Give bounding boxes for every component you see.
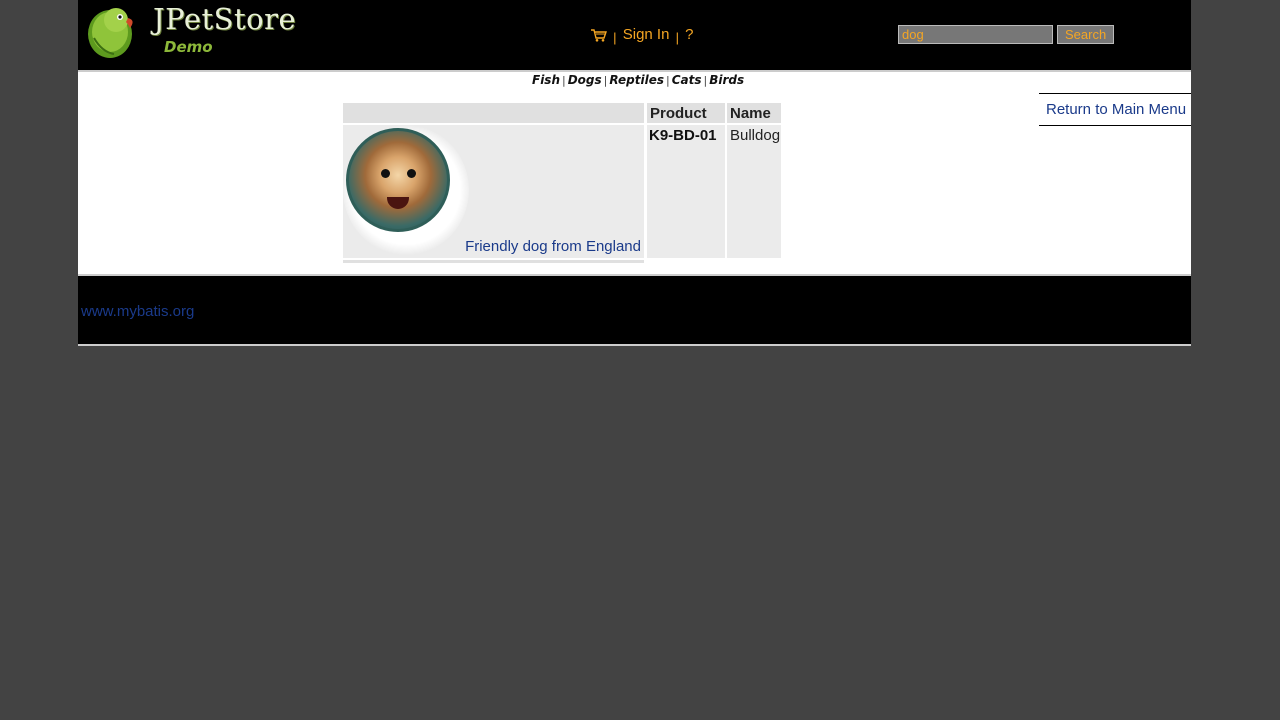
search-button[interactable]: Search	[1057, 25, 1115, 44]
page: JPetStore Demo | Sign In | ? Search Fish…	[78, 0, 1191, 346]
quicklink-reptiles[interactable]: Reptiles	[609, 73, 664, 87]
separator: |	[666, 74, 670, 87]
separator: |	[703, 74, 708, 87]
table-header-name: Name	[727, 103, 781, 123]
mybatis-link[interactable]: www.mybatis.org	[81, 303, 194, 320]
product-id-link[interactable]: K9-BD-01	[649, 127, 717, 144]
dog-mouth	[387, 197, 409, 209]
logo-subtitle: Demo	[164, 38, 213, 56]
table-header-product-id: Product ID	[647, 103, 725, 139]
table-footer-bar	[343, 260, 644, 263]
header: JPetStore Demo | Sign In | ? Search	[78, 0, 1191, 70]
shopping-cart-icon[interactable]	[590, 28, 607, 42]
separator: |	[562, 74, 566, 87]
dog-eye	[407, 169, 416, 178]
quicklink-birds[interactable]: Birds	[709, 73, 744, 87]
search-form: Search	[898, 25, 1115, 44]
separator: |	[613, 30, 617, 45]
table-row-product-id-cell: K9-BD-01	[647, 125, 725, 258]
quick-links: Fish | Dogs | Reptiles | Cats | Birds	[532, 73, 744, 87]
parrot-logo-icon	[88, 8, 133, 58]
back-link-container: Return to Main Menu	[1039, 93, 1191, 126]
return-to-main-menu-link[interactable]: Return to Main Menu	[1046, 101, 1186, 118]
separator: |	[603, 74, 608, 87]
table-header-image	[343, 103, 644, 123]
search-input[interactable]	[898, 25, 1053, 44]
dog-eye	[381, 169, 390, 178]
product-name: Bulldog	[730, 127, 781, 144]
table-row-image-cell: Friendly dog from England	[343, 125, 644, 258]
product-description-link[interactable]: Friendly dog from England	[465, 238, 641, 255]
quicklink-dogs[interactable]: Dogs	[568, 73, 602, 87]
main-content: Fish | Dogs | Reptiles | Cats | Birds Return to …	[78, 70, 1191, 276]
sign-in-link[interactable]: Sign In	[623, 26, 670, 43]
header-name-label: Name	[730, 105, 771, 122]
logo[interactable]: JPetStore Demo	[84, 2, 299, 60]
help-link[interactable]: ?	[685, 26, 693, 43]
quicklink-cats[interactable]: Cats	[672, 73, 702, 87]
quicklink-fish[interactable]: Fish	[532, 73, 560, 87]
table-row-name-cell: Bulldog	[727, 125, 781, 258]
menu-content: | Sign In | ?	[590, 25, 694, 45]
footer: www.mybatis.org	[78, 276, 1191, 346]
separator: |	[675, 30, 679, 45]
dog-photo[interactable]	[346, 128, 450, 232]
logo-title: JPetStore	[153, 2, 297, 36]
